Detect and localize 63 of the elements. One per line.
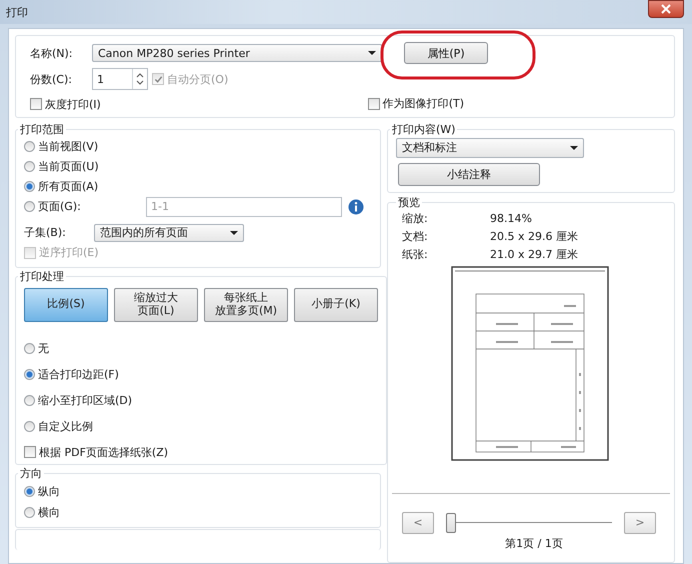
radio-label: 横向	[38, 504, 60, 520]
group-title: 打印范围	[19, 122, 65, 136]
radio-label: 当前视图(V)	[38, 139, 98, 154]
content-dropdown[interactable]: 文档和标注	[396, 138, 584, 158]
window-title: 打印	[6, 4, 28, 20]
group-title: 方向	[19, 466, 43, 480]
group-title: 打印处理	[19, 268, 65, 284]
field-label: 名称(N):	[30, 46, 74, 60]
slider-thumb[interactable]	[446, 512, 456, 532]
checkbox-label: 逆序打印(E)	[39, 245, 99, 260]
checkbox-label: 根据 PDF页面选择纸张(Z)	[39, 444, 168, 460]
mode-button[interactable]: 比例(S)	[24, 288, 108, 322]
radio-label: 自定义比例	[38, 418, 93, 434]
radio-button[interactable]	[24, 394, 35, 406]
subset-dropdown[interactable]: 范围内的所有页面	[94, 224, 244, 242]
printer-dropdown[interactable]: Canon MP280 series Printer	[92, 44, 382, 62]
checkbox[interactable]	[368, 98, 380, 110]
info-value: 98.14%	[490, 212, 532, 225]
page-indicator: 第1页 / 1页	[504, 536, 564, 550]
next-page-button[interactable]: >	[624, 512, 656, 534]
group-title: 打印内容(W)	[391, 122, 456, 136]
radio-label: 缩小至打印区域(D)	[38, 392, 132, 408]
checkbox[interactable]	[24, 446, 36, 458]
field-label: 子集(B):	[24, 225, 67, 240]
radio-button[interactable]	[24, 420, 35, 432]
summarize-comments-button[interactable]: 小结注释	[398, 162, 540, 186]
radio-button[interactable]	[24, 161, 35, 172]
group-title: 预览	[397, 194, 421, 210]
checkbox-label: 作为图像打印(T)	[382, 96, 464, 111]
mode-button[interactable]: 小册子(K)	[294, 288, 378, 322]
radio-button[interactable]	[24, 368, 35, 380]
info-label: 文档:	[402, 229, 429, 244]
checkbox-label: 自动分页(O)	[167, 72, 228, 86]
checkbox[interactable]	[30, 98, 42, 110]
radio-button[interactable]	[24, 201, 35, 212]
radio-label: 无	[38, 340, 49, 356]
radio-label: 纵向	[38, 484, 60, 498]
info-value: 20.5 x 29.6 厘米	[490, 229, 578, 244]
copies-field[interactable]: 1	[92, 68, 148, 90]
radio-button[interactable]	[24, 181, 35, 192]
radio-button[interactable]	[24, 486, 35, 496]
info-label: 纸张:	[402, 247, 429, 262]
radio-button[interactable]	[24, 506, 35, 518]
previous-page-button[interactable]: <	[402, 512, 434, 534]
radio-button[interactable]	[24, 141, 35, 152]
checkbox-label: 灰度打印(I)	[45, 96, 101, 112]
radio-label: 所有页面(A)	[38, 179, 98, 194]
caret-icon	[368, 51, 376, 55]
radio-label: 页面(G):	[38, 199, 81, 214]
properties-button[interactable]: 属性(P)	[404, 42, 488, 64]
mode-button[interactable]: 每张纸上 放置多页(M)	[204, 288, 288, 322]
radio-label: 适合打印边距(F)	[38, 366, 119, 382]
caret-icon	[570, 146, 578, 150]
radio-label: 当前页面(U)	[38, 159, 99, 174]
info-label: 缩放:	[402, 211, 429, 226]
close-icon	[661, 4, 671, 14]
radio-button[interactable]	[24, 342, 35, 354]
caret-icon	[230, 230, 238, 234]
close-button[interactable]	[648, 0, 684, 18]
mode-button[interactable]: 缩放过大 页面(L)	[114, 288, 198, 322]
field-label: 份数(C):	[30, 72, 73, 86]
info-value: 21.0 x 29.7 厘米	[490, 247, 578, 262]
info-icon	[348, 198, 364, 214]
